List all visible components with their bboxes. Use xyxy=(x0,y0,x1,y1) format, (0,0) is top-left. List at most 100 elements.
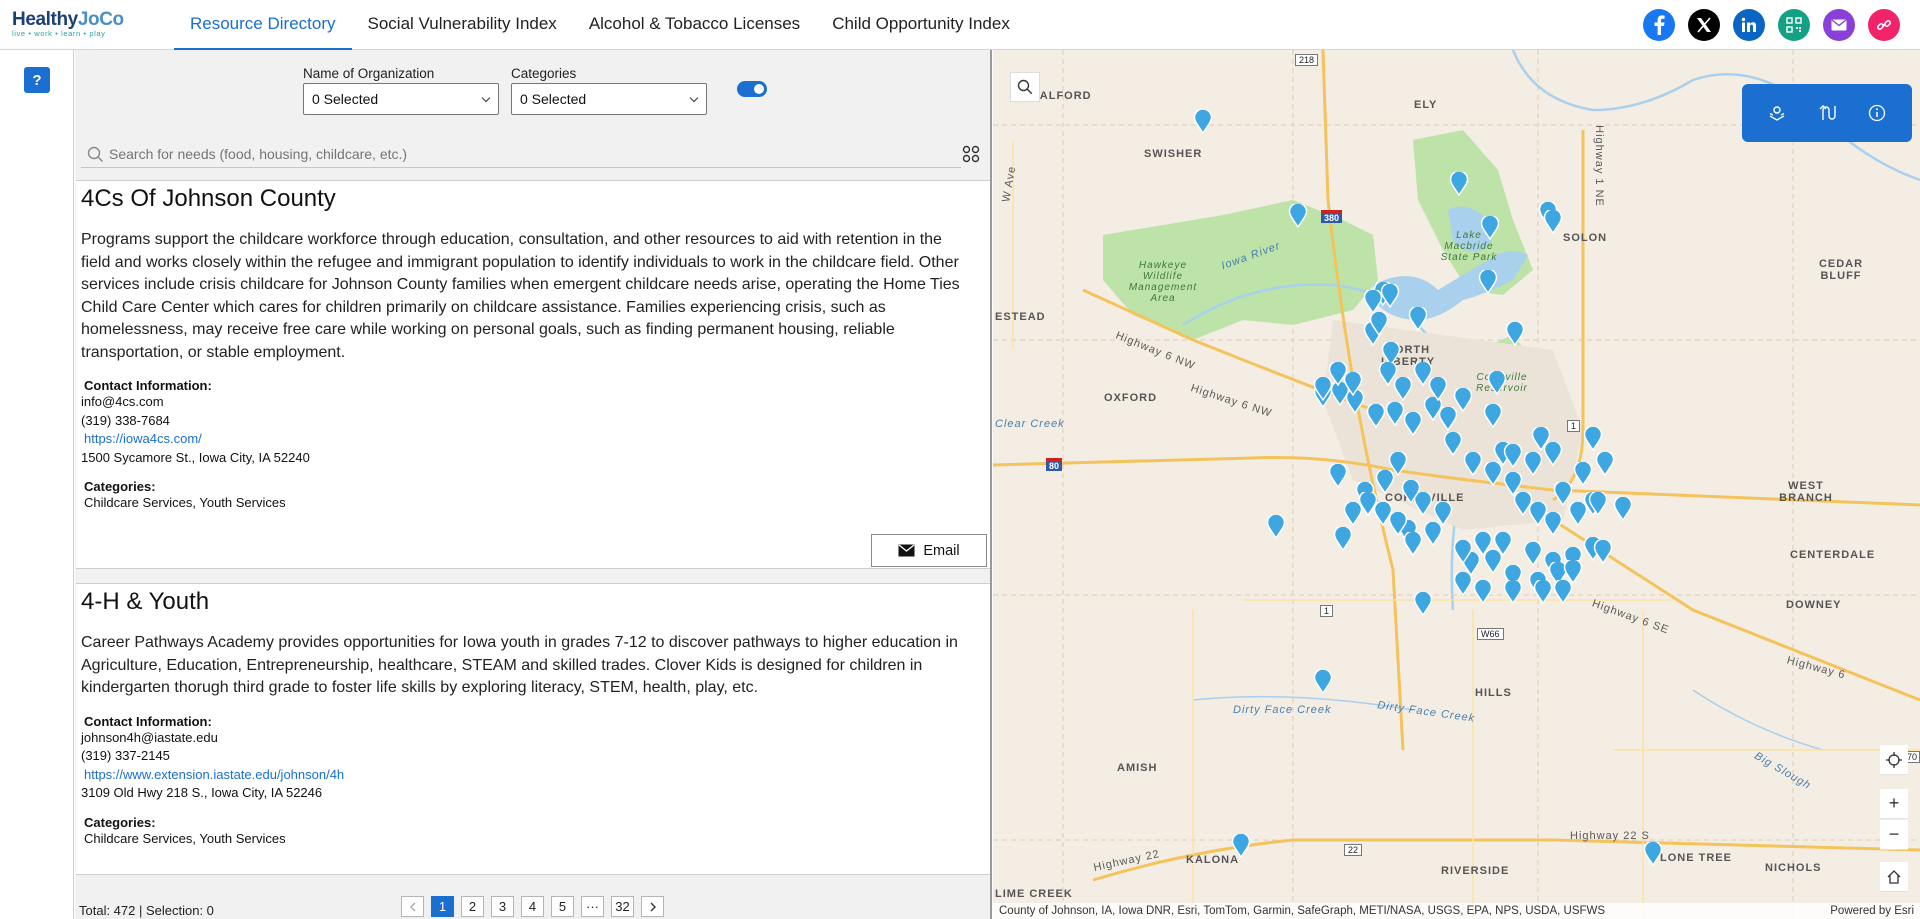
map-pin-icon[interactable] xyxy=(1505,320,1525,347)
page-ellipsis[interactable]: ··· xyxy=(581,896,604,917)
map-pin-icon[interactable] xyxy=(1613,495,1633,522)
map-pin-icon[interactable] xyxy=(1408,305,1428,332)
map-pin-icon[interactable] xyxy=(1381,340,1401,367)
map-pin-icon[interactable] xyxy=(1403,410,1423,437)
map-pin-icon[interactable] xyxy=(1593,538,1613,565)
map-search-button[interactable] xyxy=(1010,72,1040,102)
map-pin-icon[interactable] xyxy=(1231,832,1251,859)
map-pin-icon[interactable] xyxy=(1449,170,1469,197)
tab-social-vulnerability-index[interactable]: Social Vulnerability Index xyxy=(352,0,573,50)
layout-grid-icon[interactable] xyxy=(962,145,980,163)
map-pin-icon[interactable] xyxy=(1369,310,1389,337)
zoom-out-button[interactable]: − xyxy=(1880,820,1908,850)
page-button[interactable]: 32 xyxy=(611,896,634,917)
powered-by-esri[interactable]: Powered by Esri xyxy=(1830,903,1914,919)
category-select[interactable]: 0 Selected xyxy=(511,83,707,115)
map-pin-icon[interactable] xyxy=(1531,425,1551,452)
contact-website-link[interactable]: https://www.extension.iastate.edu/johnso… xyxy=(84,766,985,785)
x-twitter-icon[interactable] xyxy=(1688,9,1720,41)
map-pin-icon[interactable] xyxy=(1401,478,1421,505)
map-pin-icon[interactable] xyxy=(1588,490,1608,517)
layers-icon[interactable] xyxy=(1768,104,1786,122)
healthy-joco-logo[interactable]: HealthyJoCo live • work • learn • play xyxy=(12,9,132,41)
map-pin-icon[interactable] xyxy=(1595,450,1615,477)
map-pin-icon[interactable] xyxy=(1403,530,1423,557)
map-pin-icon[interactable] xyxy=(1478,268,1498,295)
map-pin-icon[interactable] xyxy=(1266,513,1286,540)
map-pin-icon[interactable] xyxy=(1193,108,1213,135)
map-pin-icon[interactable] xyxy=(1543,208,1563,235)
map-pin-icon[interactable] xyxy=(1487,369,1507,396)
map-pin-icon[interactable] xyxy=(1523,540,1543,567)
map-filter-toggle[interactable] xyxy=(737,81,767,97)
map-pin-icon[interactable] xyxy=(1328,462,1348,489)
map-pin-icon[interactable] xyxy=(1493,530,1513,557)
map-pin-icon[interactable] xyxy=(1385,400,1405,427)
map-pin-icon[interactable] xyxy=(1453,386,1473,413)
map-pin-icon[interactable] xyxy=(1423,520,1443,547)
search-input[interactable] xyxy=(109,142,929,166)
email-button[interactable]: Email xyxy=(871,534,987,567)
map-pin-icon[interactable] xyxy=(1443,430,1463,457)
map-pin-icon[interactable] xyxy=(1366,402,1386,429)
map-pin-icon[interactable] xyxy=(1288,202,1308,229)
page-button[interactable]: 3 xyxy=(491,896,514,917)
map-pin-icon[interactable] xyxy=(1483,402,1503,429)
map-pin-icon[interactable] xyxy=(1503,442,1523,469)
map-pin-icon[interactable] xyxy=(1313,375,1333,402)
linkedin-icon[interactable] xyxy=(1733,9,1765,41)
map-pin-icon[interactable] xyxy=(1543,510,1563,537)
map-pin-icon[interactable] xyxy=(1503,470,1523,497)
route-icon[interactable] xyxy=(1818,104,1836,122)
org-select[interactable]: 0 Selected xyxy=(303,83,499,115)
map-pin-icon[interactable] xyxy=(1453,570,1473,597)
map-pin-icon[interactable] xyxy=(1380,282,1400,309)
map-pin-icon[interactable] xyxy=(1393,375,1413,402)
map-pin-icon[interactable] xyxy=(1533,578,1553,605)
map-pin-icon[interactable] xyxy=(1388,510,1408,537)
map-pin-icon[interactable] xyxy=(1473,530,1493,557)
prev-page-button[interactable] xyxy=(401,896,424,917)
map-pin-icon[interactable] xyxy=(1480,214,1500,241)
map-pin-icon[interactable] xyxy=(1463,450,1483,477)
map-pin-icon[interactable] xyxy=(1363,288,1383,315)
map-pin-icon[interactable] xyxy=(1433,500,1453,527)
tab-alcohol-tobacco-licenses[interactable]: Alcohol & Tobacco Licenses xyxy=(573,0,816,50)
map-pin-icon[interactable] xyxy=(1503,578,1523,605)
zoom-in-button[interactable]: + xyxy=(1880,789,1908,819)
page-button[interactable]: 2 xyxy=(461,896,484,917)
page-button[interactable]: 5 xyxy=(551,896,574,917)
facebook-icon[interactable] xyxy=(1643,9,1675,41)
map-pin-icon[interactable] xyxy=(1313,668,1333,695)
locate-button[interactable] xyxy=(1880,745,1908,775)
mail-icon[interactable] xyxy=(1823,9,1855,41)
qr-code-icon[interactable] xyxy=(1778,9,1810,41)
page-button[interactable]: 1 xyxy=(431,896,454,917)
map-pin-icon[interactable] xyxy=(1413,590,1433,617)
share-link-icon[interactable] xyxy=(1868,9,1900,41)
tab-resource-directory[interactable]: Resource Directory xyxy=(174,0,352,50)
map-pin-icon[interactable] xyxy=(1333,525,1353,552)
map-pin-icon[interactable] xyxy=(1375,468,1395,495)
map-pin-icon[interactable] xyxy=(1583,425,1603,452)
map-pin-icon[interactable] xyxy=(1523,450,1543,477)
contact-website-link[interactable]: https://iowa4cs.com/ xyxy=(84,430,985,449)
help-button[interactable]: ? xyxy=(24,67,50,93)
map-pin-icon[interactable] xyxy=(1453,538,1473,565)
map-pin-icon[interactable] xyxy=(1483,548,1503,575)
map-pin-icon[interactable] xyxy=(1563,558,1583,585)
card-title: 4-H & Youth xyxy=(81,588,210,615)
map-view[interactable]: WALFORD SWISHER ELY SOLON CEDAR BLUFF OX… xyxy=(993,50,1920,919)
map-pin-icon[interactable] xyxy=(1573,460,1593,487)
map-pin-icon[interactable] xyxy=(1643,840,1663,867)
map-pin-icon[interactable] xyxy=(1568,500,1588,527)
map-pin-icon[interactable] xyxy=(1428,375,1448,402)
map-pin-icon[interactable] xyxy=(1388,450,1408,477)
map-pin-icon[interactable] xyxy=(1473,578,1493,605)
tab-child-opportunity-index[interactable]: Child Opportunity Index xyxy=(816,0,1026,50)
next-page-button[interactable] xyxy=(641,896,664,917)
home-button[interactable] xyxy=(1880,862,1908,892)
page-button[interactable]: 4 xyxy=(521,896,544,917)
map-pin-icon[interactable] xyxy=(1553,480,1573,507)
info-icon[interactable] xyxy=(1868,104,1886,122)
